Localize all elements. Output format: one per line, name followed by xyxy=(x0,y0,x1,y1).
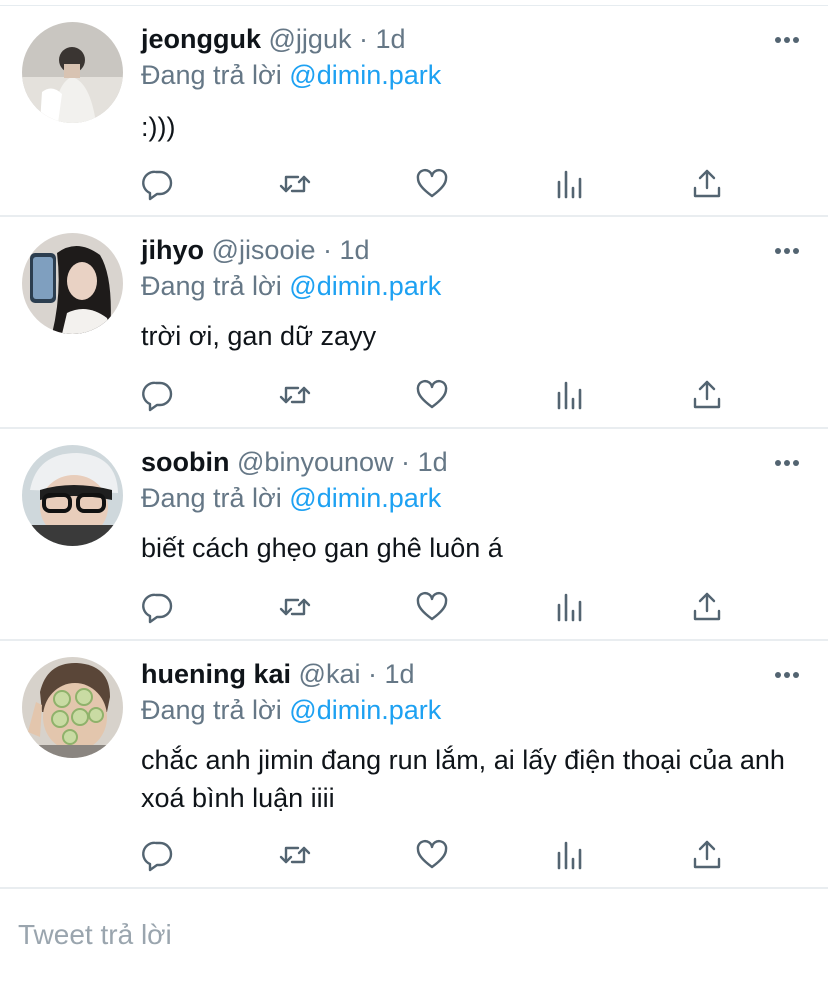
avatar[interactable] xyxy=(22,445,123,546)
reply-mention-link[interactable]: @dimin.park xyxy=(289,483,441,513)
like-icon[interactable] xyxy=(415,838,449,872)
timestamp[interactable]: 1d xyxy=(418,447,448,477)
separator: · xyxy=(358,24,368,54)
avatar[interactable] xyxy=(22,233,123,334)
username[interactable]: @kai xyxy=(299,659,361,689)
username[interactable]: @jisooie xyxy=(212,235,316,265)
analytics-icon[interactable] xyxy=(553,838,587,872)
share-icon[interactable] xyxy=(690,378,724,412)
display-name[interactable]: huening kai xyxy=(141,659,291,689)
more-options-icon[interactable] xyxy=(774,670,800,680)
more-options-icon[interactable] xyxy=(774,246,800,256)
tweet-text: biết cách ghẹo gan ghê luôn á xyxy=(141,533,503,563)
display-name[interactable]: jihyo xyxy=(141,235,204,265)
tweet-item[interactable]: jihyo @jisooie · 1d Đang trả lời @dimin.… xyxy=(0,217,828,429)
reply-mention-link[interactable]: @dimin.park xyxy=(289,695,441,725)
analytics-icon[interactable] xyxy=(553,167,587,201)
avatar[interactable] xyxy=(22,657,123,758)
retweet-icon[interactable] xyxy=(278,838,312,872)
like-icon[interactable] xyxy=(415,378,449,412)
reply-icon[interactable] xyxy=(141,590,175,624)
more-options-icon[interactable] xyxy=(774,35,800,45)
timestamp[interactable]: 1d xyxy=(385,659,415,689)
share-icon[interactable] xyxy=(690,167,724,201)
reply-icon[interactable] xyxy=(141,838,175,872)
reply-prefix: Đang trả lời xyxy=(141,483,282,513)
reply-icon[interactable] xyxy=(141,167,175,201)
reply-prefix: Đang trả lời xyxy=(141,60,282,90)
share-icon[interactable] xyxy=(690,590,724,624)
retweet-icon[interactable] xyxy=(278,378,312,412)
analytics-icon[interactable] xyxy=(553,378,587,412)
tweet-text: trời ơi, gan dữ zayy xyxy=(141,321,377,351)
tweet-header: soobin @binyounow · 1d xyxy=(141,446,448,478)
reply-prefix: Đang trả lời xyxy=(141,695,282,725)
reply-context: Đang trả lời @dimin.park xyxy=(141,694,441,726)
timestamp[interactable]: 1d xyxy=(376,24,406,54)
share-icon[interactable] xyxy=(690,838,724,872)
username[interactable]: @jjguk xyxy=(269,24,352,54)
reply-mention-link[interactable]: @dimin.park xyxy=(289,60,441,90)
analytics-icon[interactable] xyxy=(553,590,587,624)
retweet-icon[interactable] xyxy=(278,590,312,624)
separator: · xyxy=(368,659,377,689)
timestamp[interactable]: 1d xyxy=(340,235,370,265)
reply-icon[interactable] xyxy=(141,378,175,412)
tweet-header: jeongguk @jjguk · 1d xyxy=(141,23,406,55)
reply-compose-input[interactable]: Tweet trả lời xyxy=(18,915,172,955)
tweet-header: huening kai @kai · 1d xyxy=(141,658,415,690)
tweet-item[interactable]: jeongguk @jjguk · 1d Đang trả lời @dimin… xyxy=(0,6,828,217)
retweet-icon[interactable] xyxy=(278,167,312,201)
tweet-item[interactable]: soobin @binyounow · 1d Đang trả lời @dim… xyxy=(0,429,828,641)
display-name[interactable]: jeongguk xyxy=(141,24,261,54)
separator: · xyxy=(323,235,332,265)
separator: · xyxy=(401,447,411,477)
like-icon[interactable] xyxy=(415,590,449,624)
reply-mention-link[interactable]: @dimin.park xyxy=(289,271,441,301)
tweet-text: :))) xyxy=(141,112,176,142)
like-icon[interactable] xyxy=(415,167,449,201)
tweet-header: jihyo @jisooie · 1d xyxy=(141,234,370,266)
reply-context: Đang trả lời @dimin.park xyxy=(141,270,441,302)
reply-context: Đang trả lời @dimin.park xyxy=(141,482,441,514)
more-options-icon[interactable] xyxy=(774,458,800,468)
username[interactable]: @binyounow xyxy=(237,447,394,477)
reply-prefix: Đang trả lời xyxy=(141,271,282,301)
reply-context: Đang trả lời @dimin.park xyxy=(141,59,441,91)
tweet-text: chắc anh jimin đang run lắm, ai lấy điện… xyxy=(141,745,785,813)
display-name[interactable]: soobin xyxy=(141,447,230,477)
avatar[interactable] xyxy=(22,22,123,123)
tweet-item[interactable]: huening kai @kai · 1d Đang trả lời @dimi… xyxy=(0,641,828,889)
